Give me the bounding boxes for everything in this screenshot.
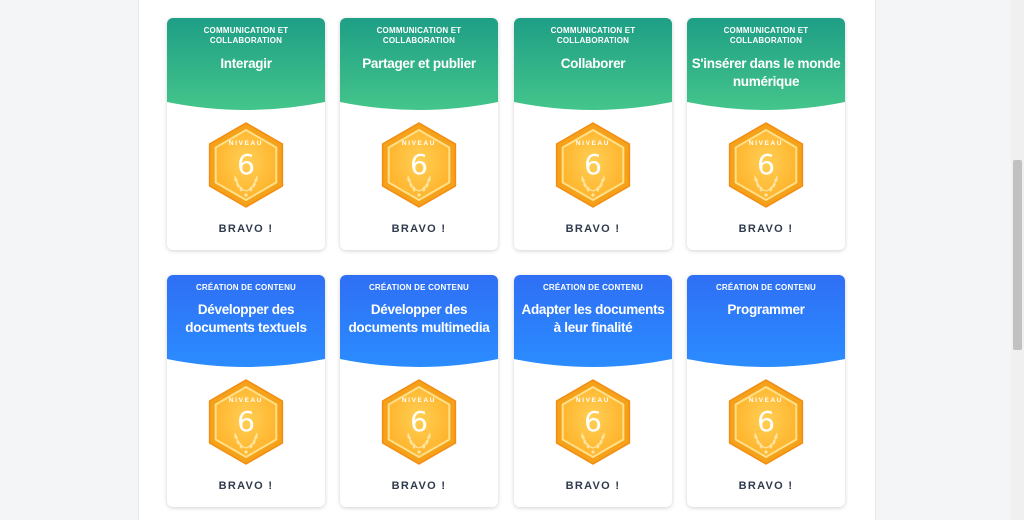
card-category: CRÉATION DE CONTENU bbox=[195, 283, 297, 292]
competence-card[interactable]: CRÉATION DE CONTENU Développer des docum… bbox=[340, 275, 498, 507]
level-badge-icon: NIVEAU 6 bbox=[378, 120, 460, 210]
card-status: BRAVO ! bbox=[391, 480, 447, 492]
badge-level-number: 6 bbox=[584, 148, 602, 181]
card-title: Interagir bbox=[220, 56, 272, 71]
competence-card[interactable]: COMMUNICATION ET COLLABORATION Collabore… bbox=[514, 18, 672, 250]
card-category: COMMUNICATION ET COLLABORATION bbox=[723, 26, 809, 45]
badge-level-number: 6 bbox=[584, 405, 602, 438]
badge-level-number: 6 bbox=[410, 405, 428, 438]
badge-level-label: NIVEAU bbox=[228, 397, 264, 404]
card-title: S'insérer dans le monde numérique bbox=[691, 56, 841, 89]
card-status: BRAVO ! bbox=[738, 480, 794, 492]
badge-level-label: NIVEAU bbox=[228, 140, 264, 147]
level-badge-icon: NIVEAU 6 bbox=[378, 377, 460, 467]
badge-level-number: 6 bbox=[757, 148, 775, 181]
badge-level-label: NIVEAU bbox=[401, 140, 437, 147]
card-title: Partager et publier bbox=[362, 56, 476, 71]
competence-card[interactable]: COMMUNICATION ET COLLABORATION S'insérer… bbox=[687, 18, 845, 250]
card-category: CRÉATION DE CONTENU bbox=[715, 283, 817, 292]
level-badge-icon: NIVEAU 6 bbox=[552, 377, 634, 467]
badge-level-label: NIVEAU bbox=[748, 140, 784, 147]
vertical-scrollbar[interactable] bbox=[1011, 0, 1024, 520]
card-category: COMMUNICATION ET COLLABORATION bbox=[376, 26, 462, 45]
level-badge-icon: NIVEAU 6 bbox=[552, 120, 634, 210]
level-badge-icon: NIVEAU 6 bbox=[205, 377, 287, 467]
card-status: BRAVO ! bbox=[565, 223, 621, 235]
card-category: COMMUNICATION ET COLLABORATION bbox=[203, 26, 289, 45]
card-status: BRAVO ! bbox=[218, 223, 274, 235]
badge-level-number: 6 bbox=[237, 405, 255, 438]
level-badge-icon: NIVEAU 6 bbox=[205, 120, 287, 210]
card-title: Collaborer bbox=[560, 56, 626, 71]
card-category: CRÉATION DE CONTENU bbox=[542, 283, 644, 292]
card-status: BRAVO ! bbox=[738, 223, 794, 235]
badge-level-label: NIVEAU bbox=[748, 397, 784, 404]
badge-level-label: NIVEAU bbox=[401, 397, 437, 404]
badge-level-number: 6 bbox=[410, 148, 428, 181]
card-status: BRAVO ! bbox=[391, 223, 447, 235]
card-category: COMMUNICATION ET COLLABORATION bbox=[550, 26, 636, 45]
card-status: BRAVO ! bbox=[218, 480, 274, 492]
competence-card[interactable]: COMMUNICATION ET COLLABORATION Interagir… bbox=[167, 18, 325, 250]
scrollbar-thumb[interactable] bbox=[1013, 160, 1022, 350]
competence-card[interactable]: COMMUNICATION ET COLLABORATION Partager … bbox=[340, 18, 498, 250]
card-status: BRAVO ! bbox=[565, 480, 621, 492]
badge-level-number: 6 bbox=[757, 405, 775, 438]
badge-level-number: 6 bbox=[237, 148, 255, 181]
card-title: Développer des documents multimedia bbox=[348, 302, 490, 335]
badge-level-label: NIVEAU bbox=[575, 140, 611, 147]
level-badge-icon: NIVEAU 6 bbox=[725, 377, 807, 467]
card-title: Développer des documents textuels bbox=[185, 302, 307, 335]
card-title: Programmer bbox=[727, 302, 805, 317]
card-category: CRÉATION DE CONTENU bbox=[368, 283, 470, 292]
competence-card[interactable]: CRÉATION DE CONTENU Programmer NIVEAU 6 … bbox=[687, 275, 845, 507]
badge-level-label: NIVEAU bbox=[575, 397, 611, 404]
competence-card[interactable]: CRÉATION DE CONTENU Développer des docum… bbox=[167, 275, 325, 507]
level-badge-icon: NIVEAU 6 bbox=[725, 120, 807, 210]
competence-card[interactable]: CRÉATION DE CONTENU Adapter les document… bbox=[514, 275, 672, 507]
card-title: Adapter les documents à leur finalité bbox=[521, 302, 665, 335]
